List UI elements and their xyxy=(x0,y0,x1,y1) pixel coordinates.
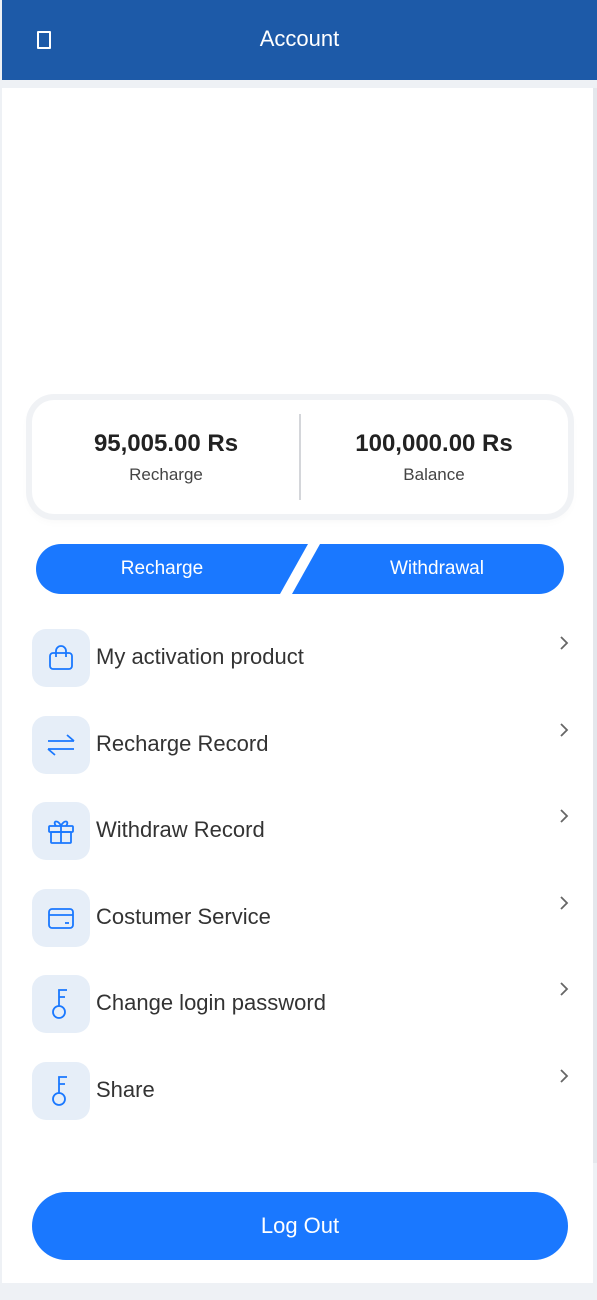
key-icon xyxy=(32,975,90,1033)
chevron-right-icon xyxy=(560,896,569,910)
menu-item-label: Recharge Record xyxy=(96,731,269,756)
transfer-arrows-icon xyxy=(32,716,90,774)
balance-stat: 100,000.00 Rs Balance xyxy=(300,400,568,514)
recharge-amount: 95,005.00 Rs xyxy=(93,430,239,457)
menu-item-label: Share xyxy=(96,1077,155,1102)
logout-button[interactable]: Log Out xyxy=(32,1192,568,1260)
menu-item-customer-service[interactable]: Costumer Service xyxy=(32,889,572,947)
menu-item-label: My activation product xyxy=(96,644,304,669)
recharge-label: Recharge xyxy=(129,465,203,484)
menu-item-share[interactable]: Share xyxy=(32,1062,572,1120)
gift-icon xyxy=(32,802,90,860)
menu-item-change-password[interactable]: Change login password xyxy=(32,975,572,1033)
withdrawal-button[interactable]: Withdrawal xyxy=(292,544,564,594)
app-frame: Account 95,005.00 Rs Recharge 100,000.00… xyxy=(0,0,597,1300)
menu-item-label: Change login password xyxy=(96,990,326,1015)
bag-icon xyxy=(32,629,90,687)
scrollbar[interactable] xyxy=(593,88,597,1163)
page-title: Account xyxy=(259,26,340,51)
card-icon xyxy=(32,889,90,947)
menu-item-activation-product[interactable]: My activation product xyxy=(32,629,572,687)
menu-item-withdraw-record[interactable]: Withdraw Record xyxy=(32,802,572,860)
recharge-button[interactable]: Recharge xyxy=(36,544,308,594)
balance-label: Balance xyxy=(403,465,465,484)
chevron-right-icon xyxy=(560,636,569,650)
menu-item-label: Costumer Service xyxy=(96,904,271,929)
chevron-right-icon xyxy=(560,982,569,996)
recharge-stat: 95,005.00 Rs Recharge xyxy=(32,400,300,514)
menu-item-label: Withdraw Record xyxy=(96,817,265,842)
chevron-right-icon xyxy=(560,723,569,737)
key-icon xyxy=(32,1062,90,1120)
bottom-strip xyxy=(0,1290,597,1300)
header-bar: Account xyxy=(2,0,597,80)
balance-card: 95,005.00 Rs Recharge 100,000.00 Rs Bala… xyxy=(32,400,568,514)
menu-item-recharge-record[interactable]: Recharge Record xyxy=(32,716,572,774)
balance-amount: 100,000.00 Rs xyxy=(355,430,513,457)
chevron-right-icon xyxy=(560,1069,569,1083)
chevron-right-icon xyxy=(560,809,569,823)
